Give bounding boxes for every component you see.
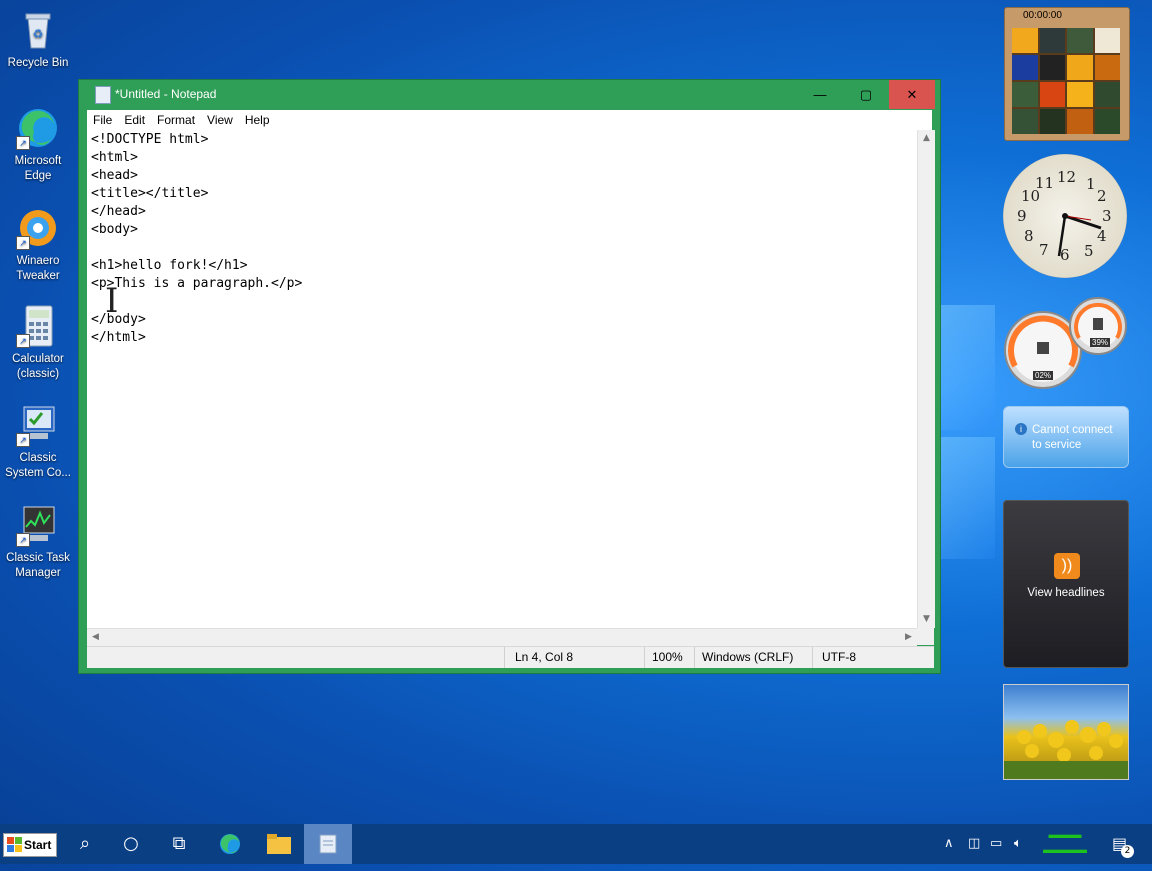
shortcut-arrow-icon: ↗ bbox=[16, 433, 30, 447]
scroll-right-arrow-icon[interactable]: ▶ bbox=[900, 629, 917, 646]
notepad-title-bar[interactable]: *Untitled - Notepad — ▢ ✕ bbox=[79, 80, 940, 109]
wallpaper-logo-pane bbox=[940, 437, 995, 559]
start-label: Start bbox=[24, 838, 52, 852]
menu-help[interactable]: Help bbox=[239, 110, 276, 127]
search-icon[interactable]: ⌕ bbox=[62, 824, 108, 864]
desktop-icon-label: Microsoft Edge bbox=[14, 155, 62, 182]
puzzle-grid[interactable] bbox=[1012, 28, 1120, 134]
wallpaper-logo-pane bbox=[940, 305, 995, 430]
network-icon[interactable]: ▭ bbox=[990, 836, 1002, 851]
volume-icon[interactable]: 🔈︎ bbox=[1014, 836, 1022, 851]
desktop-icon-winaero-tweaker[interactable]: ↗ Winaero Tweaker bbox=[0, 206, 76, 284]
clock-hands bbox=[1057, 213, 1102, 257]
status-divider bbox=[504, 647, 505, 668]
scroll-up-arrow-icon[interactable]: ▲ bbox=[918, 130, 935, 147]
text-editor-area[interactable]: <!DOCTYPE html> <html> <head> <title></t… bbox=[87, 130, 917, 628]
desktop-icon-label: Classic System Co... bbox=[5, 452, 71, 479]
desktop-icon-calculator[interactable]: ↗ Calculator (classic) bbox=[0, 304, 76, 382]
weather-message: Cannot connect to service bbox=[1032, 424, 1113, 451]
shortcut-arrow-icon: ↗ bbox=[16, 236, 30, 250]
status-divider bbox=[812, 647, 813, 668]
taskbar-clock[interactable]: ▬▬▬ ▬▬▬▬ bbox=[1040, 828, 1090, 858]
start-button[interactable]: Start bbox=[3, 833, 57, 857]
desktop-icon-classic-task-manager[interactable]: ↗ Classic Task Manager bbox=[0, 503, 76, 581]
status-line-ending: Windows (CRLF) bbox=[702, 650, 794, 664]
desktop-icon-label: Recycle Bin bbox=[7, 57, 69, 69]
cortana-icon[interactable]: ○ bbox=[108, 824, 154, 864]
status-divider bbox=[694, 647, 695, 668]
menu-file[interactable]: File bbox=[87, 110, 118, 127]
status-zoom: 100% bbox=[652, 650, 683, 664]
feed-headlines-gadget[interactable]: )) View headlines bbox=[1003, 500, 1129, 668]
picture-puzzle-gadget[interactable]: 00:00:00 bbox=[1004, 7, 1130, 141]
minimize-button[interactable]: — bbox=[797, 80, 843, 109]
window-title: *Untitled - Notepad bbox=[115, 87, 217, 101]
weather-gadget[interactable]: i Cannot connect to service bbox=[1003, 406, 1129, 468]
desktop-icon-label: Classic Task Manager bbox=[6, 552, 70, 579]
show-hidden-icons-chevron-icon[interactable]: ∧ bbox=[944, 836, 954, 851]
desktop-icon-edge[interactable]: ↗ Microsoft Edge bbox=[0, 106, 76, 184]
maximize-button[interactable]: ▢ bbox=[843, 80, 889, 109]
cpu-usage-value: 02% bbox=[1033, 371, 1054, 380]
file-explorer-icon[interactable] bbox=[256, 824, 302, 864]
menu-bar: File Edit Format View Help bbox=[87, 110, 932, 130]
windows-logo-icon bbox=[7, 837, 22, 852]
task-view-icon[interactable]: ⧉ bbox=[156, 824, 202, 864]
desktop-icon-recycle-bin[interactable]: ♻ Recycle Bin bbox=[0, 8, 76, 71]
shortcut-arrow-icon: ↗ bbox=[16, 334, 30, 348]
task-manager-icon: ↗ bbox=[16, 503, 60, 547]
shortcut-arrow-icon: ↗ bbox=[16, 533, 30, 547]
notepad-window: *Untitled - Notepad — ▢ ✕ File Edit Format… bbox=[78, 79, 941, 674]
desktop-icon-label: Calculator (classic) bbox=[12, 353, 64, 380]
memory-usage-value: 39% bbox=[1090, 338, 1111, 347]
editor-content[interactable]: <!DOCTYPE html> <html> <head> <title></t… bbox=[91, 131, 302, 347]
cpu-meter-gadget[interactable]: 02% 39% bbox=[1003, 296, 1129, 390]
control-panel-icon: ↗ bbox=[16, 403, 60, 447]
winaero-tweaker-icon: ↗ bbox=[16, 206, 60, 250]
scrollbar-corner bbox=[917, 628, 934, 645]
calculator-icon: ↗ bbox=[16, 304, 60, 348]
notepad-taskbar-icon[interactable] bbox=[304, 824, 352, 864]
slideshow-gadget[interactable] bbox=[1003, 684, 1129, 780]
svg-text:♻: ♻ bbox=[33, 27, 44, 41]
menu-view[interactable]: View bbox=[201, 110, 239, 127]
notepad-app-icon bbox=[95, 86, 111, 104]
close-button[interactable]: ✕ bbox=[889, 80, 935, 109]
edge-icon: ↗ bbox=[16, 106, 60, 150]
clock-gadget[interactable]: 12 1 2 3 4 5 6 7 8 9 10 11 bbox=[1003, 154, 1127, 278]
status-bar: Ln 4, Col 8 100% Windows (CRLF) UTF-8 bbox=[87, 646, 934, 668]
desktop-icon-classic-system-control[interactable]: ↗ Classic System Co... bbox=[0, 403, 76, 481]
vertical-scrollbar[interactable]: ▲ ▼ bbox=[917, 130, 935, 628]
text-cursor-ibeam-icon: I bbox=[105, 281, 119, 321]
view-headlines-link[interactable]: View headlines bbox=[1004, 587, 1128, 599]
info-icon: i bbox=[1015, 423, 1027, 435]
horizontal-scrollbar[interactable]: ◀ ▶ bbox=[87, 628, 917, 646]
recycle-bin-icon: ♻ bbox=[16, 8, 60, 52]
desktop-icon-label: Winaero Tweaker bbox=[16, 255, 60, 282]
status-position: Ln 4, Col 8 bbox=[515, 650, 574, 664]
edge-taskbar-icon[interactable] bbox=[207, 824, 253, 864]
menu-format[interactable]: Format bbox=[151, 110, 201, 127]
menu-edit[interactable]: Edit bbox=[118, 110, 151, 127]
status-encoding: UTF-8 bbox=[822, 650, 856, 664]
notification-count-badge: 2 bbox=[1121, 845, 1134, 858]
taskbar: Start ⌕ ○ ⧉ ∧ ◫ ▭ 🔈︎ ▬▬▬ ▬▬▬▬ ▤ 2 bbox=[0, 824, 1152, 864]
cpu-meter-dials bbox=[1004, 297, 1127, 389]
rss-icon: )) bbox=[1054, 553, 1080, 579]
device-icon[interactable]: ◫ bbox=[968, 836, 980, 851]
scroll-down-arrow-icon[interactable]: ▼ bbox=[918, 611, 935, 628]
puzzle-timer: 00:00:00 bbox=[1023, 10, 1062, 21]
shortcut-arrow-icon: ↗ bbox=[16, 136, 30, 150]
status-divider bbox=[644, 647, 645, 668]
scroll-left-arrow-icon[interactable]: ◀ bbox=[87, 629, 104, 646]
slideshow-picture bbox=[1004, 720, 1128, 779]
